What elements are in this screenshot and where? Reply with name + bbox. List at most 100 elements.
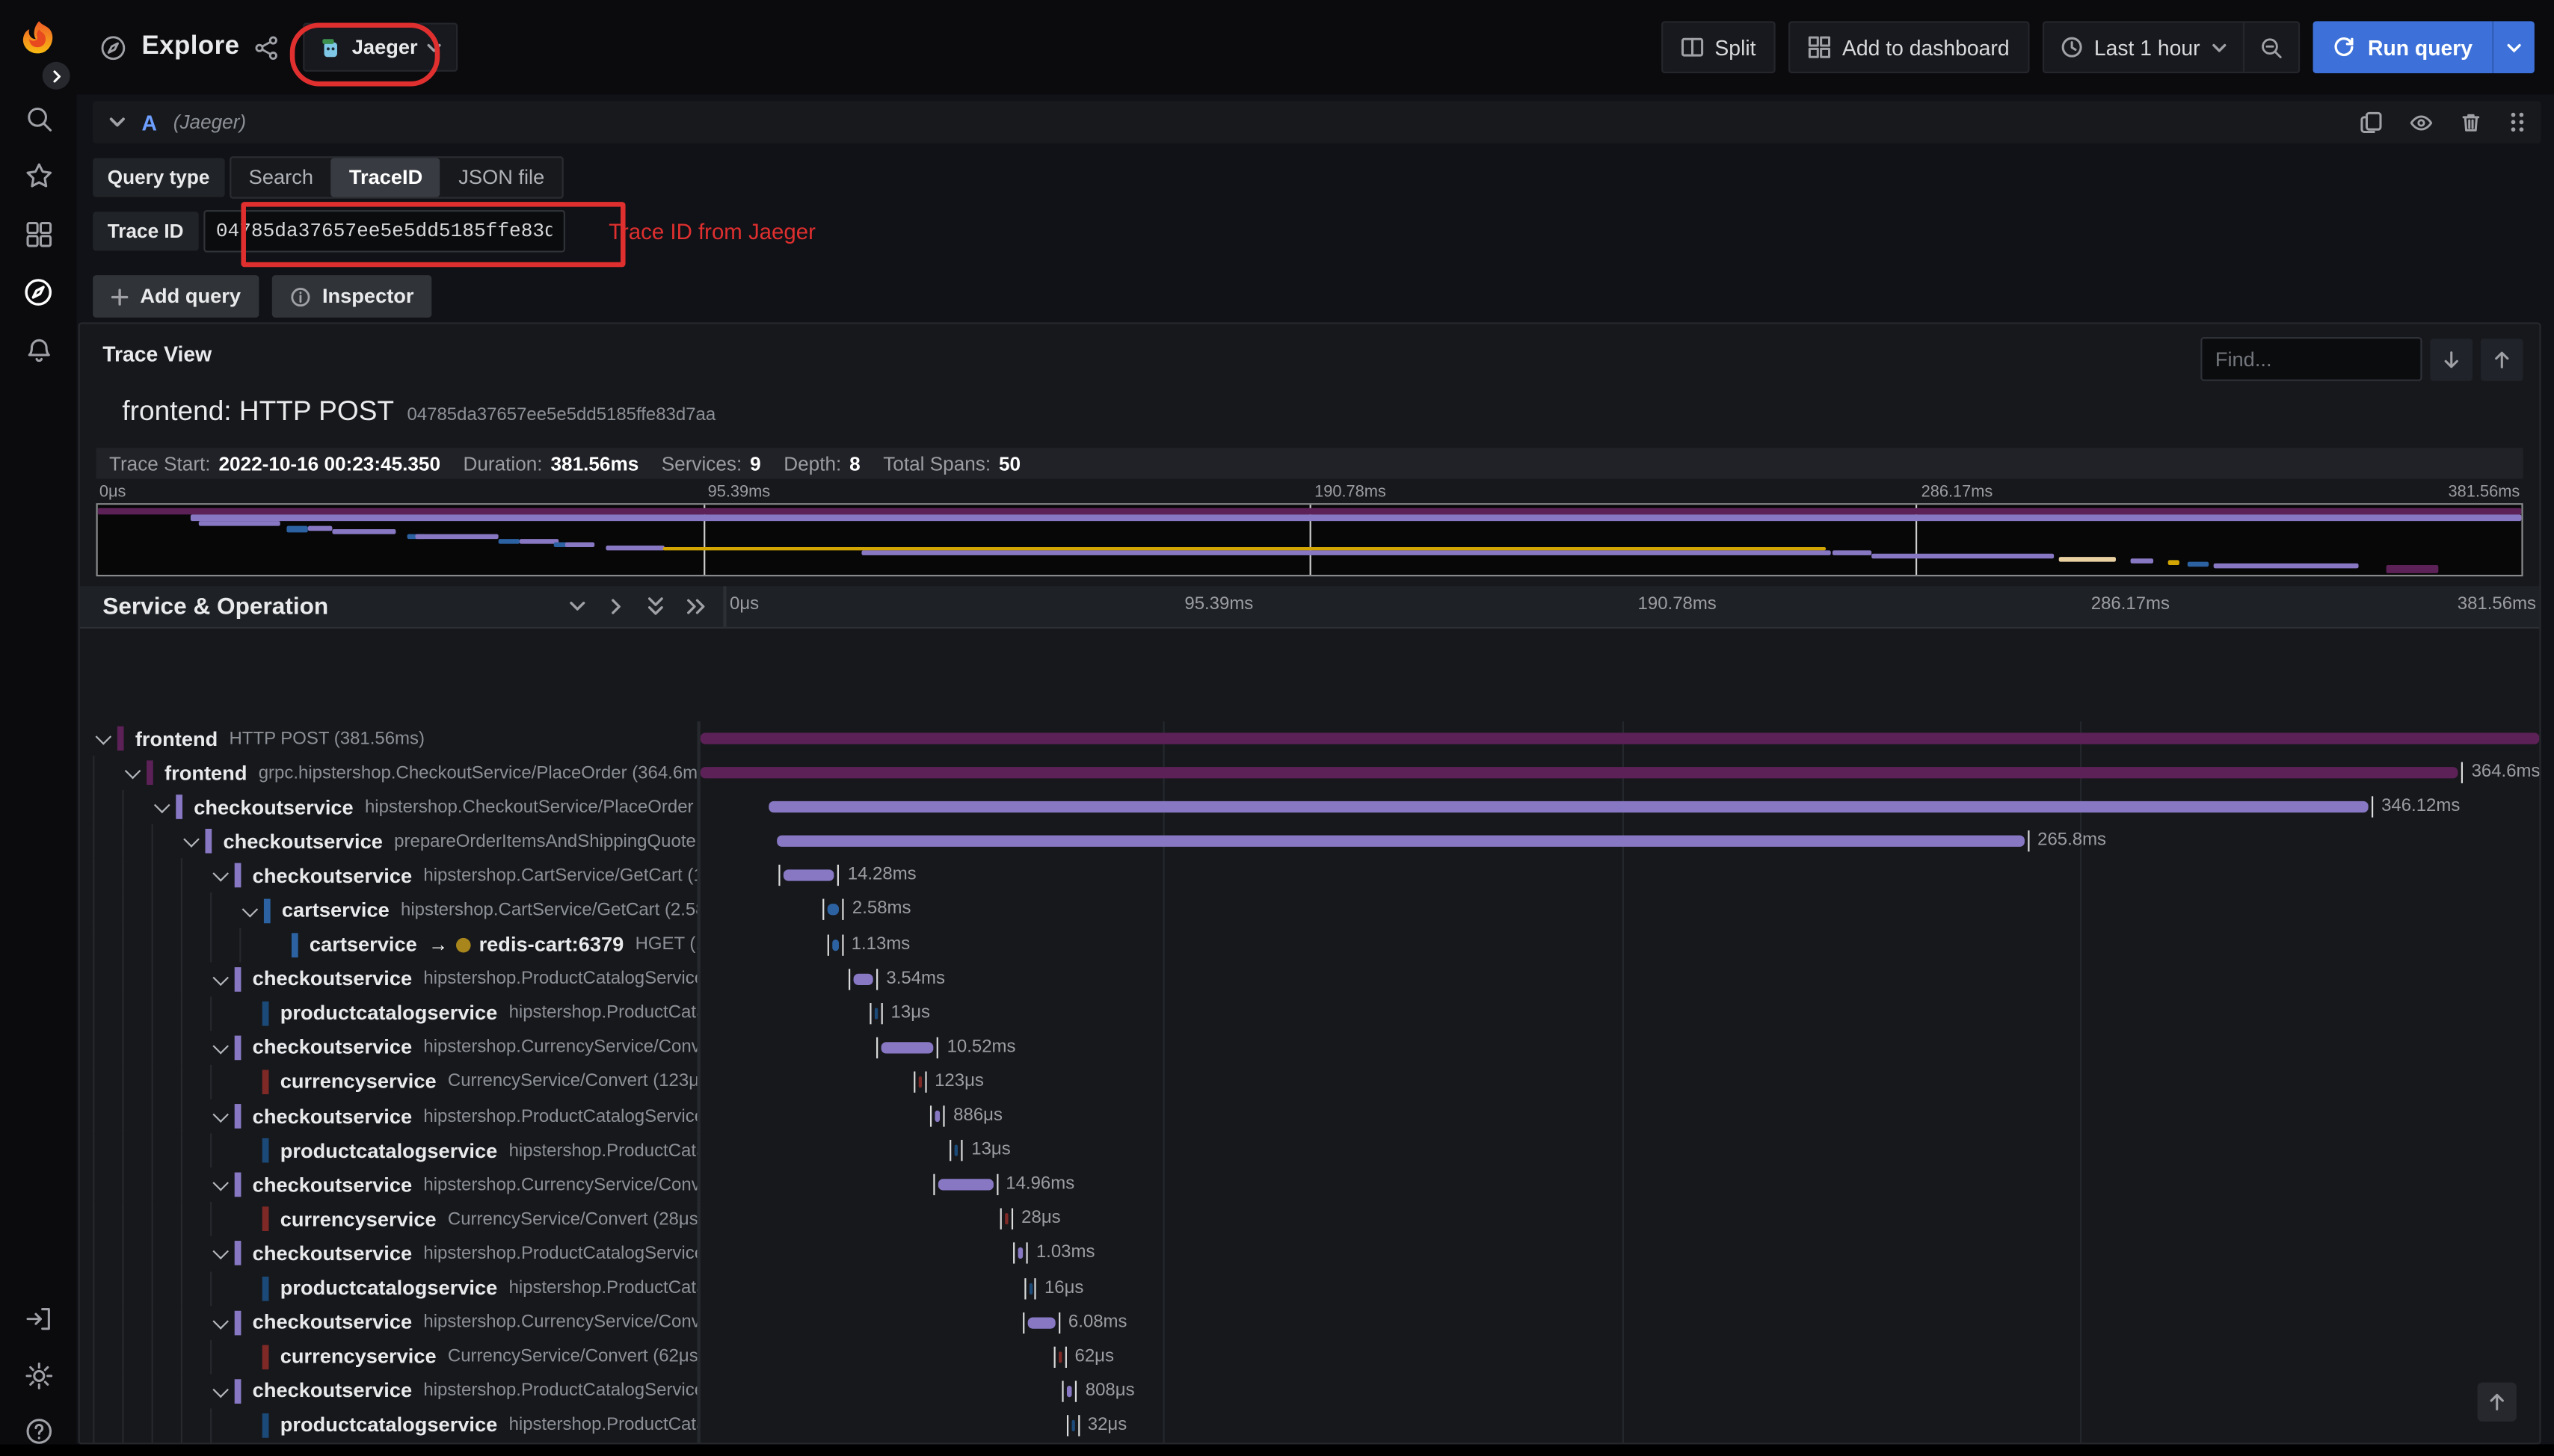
share-icon[interactable] [254, 35, 279, 60]
duration-bar[interactable] [832, 939, 839, 950]
span-name-cell[interactable]: productcatalogservicehipstershop.Product… [80, 1134, 701, 1168]
span-name-cell[interactable]: checkoutservicehipstershop.CurrencyServi… [80, 1168, 701, 1203]
span-row[interactable]: currencyserviceCurrencyService/Convert (… [80, 1202, 2540, 1236]
duration-bar[interactable] [1028, 1317, 1056, 1328]
inspector-button[interactable]: Inspector [271, 275, 431, 318]
expand-chevron-icon[interactable] [242, 901, 259, 917]
duration-bar[interactable] [938, 1179, 993, 1191]
span-name-cell[interactable]: checkoutservicehipstershop.ProductCatalo… [80, 1374, 701, 1408]
span-name-cell[interactable]: cartservicehipstershop.CartService/GetCa… [80, 893, 701, 928]
duration-bar[interactable] [828, 904, 840, 916]
span-bar-cell[interactable]: 1.03ms [701, 1236, 2540, 1271]
collapse-all-icon[interactable] [647, 596, 665, 617]
span-row[interactable]: currencyserviceCurrencyService/Convert (… [80, 1339, 2540, 1374]
duration-bar[interactable] [783, 870, 834, 881]
query-type-search[interactable]: Search [231, 158, 331, 197]
apps-grid-icon[interactable] [0, 210, 76, 259]
span-row[interactable]: checkoutservicehipstershop.ProductCatalo… [80, 1236, 2540, 1271]
span-name-cell[interactable]: checkoutservicehipstershop.CartService/G… [80, 859, 701, 893]
span-bar-cell[interactable]: 123μs [701, 1065, 2540, 1099]
run-query-button[interactable]: Run query [2313, 21, 2492, 73]
span-name-cell[interactable]: checkoutservicehipstershop.ProductCatalo… [80, 1236, 701, 1271]
find-next-button[interactable] [2430, 338, 2473, 380]
span-bar-cell[interactable]: 6.08ms [701, 1305, 2540, 1339]
span-row[interactable]: cartservice→redis-cart:6379HGET (1.13ms)… [80, 928, 2540, 962]
span-row[interactable]: checkoutservicehipstershop.CheckoutServi… [80, 790, 2540, 824]
expand-all-icon[interactable] [686, 598, 707, 616]
expand-chevron-icon[interactable] [212, 1381, 229, 1398]
span-bar-cell[interactable]: 32μs [701, 1408, 2540, 1443]
span-name-cell[interactable]: productcatalogservicehipstershop.Product… [80, 1408, 701, 1443]
expand-chevron-icon[interactable] [212, 1312, 229, 1329]
alerting-bell-icon[interactable] [0, 326, 76, 374]
span-name-cell[interactable]: checkoutservicehipstershop.ProductCatalo… [80, 1099, 701, 1134]
grafana-logo[interactable] [0, 15, 76, 64]
span-row[interactable]: productcatalogservicehipstershop.Product… [80, 1271, 2540, 1305]
duration-bar[interactable] [778, 836, 2025, 847]
duration-bar[interactable] [1006, 1214, 1009, 1225]
span-name-cell[interactable]: productcatalogservicehipstershop.Product… [80, 996, 701, 1031]
span-name-cell[interactable]: currencyserviceCurrencyService/Convert (… [80, 1202, 701, 1236]
span-row[interactable]: checkoutservicehipstershop.CartService/G… [80, 859, 2540, 893]
span-row[interactable]: cartservicehipstershop.CartService/GetCa… [80, 893, 2540, 928]
span-row[interactable]: productcatalogservicehipstershop.Product… [80, 996, 2540, 1031]
span-bar-cell[interactable]: 1.13ms [701, 928, 2540, 962]
span-row[interactable]: productcatalogservicehipstershop.Product… [80, 1134, 2540, 1168]
duration-bar[interactable] [853, 973, 873, 984]
span-bar-cell[interactable]: 16μs [701, 1271, 2540, 1305]
settings-gear-icon[interactable] [0, 1351, 76, 1400]
duration-bar[interactable] [955, 1145, 958, 1156]
duration-bar[interactable] [701, 767, 2458, 778]
span-row[interactable]: frontendgrpc.hipstershop.CheckoutService… [80, 756, 2540, 790]
span-name-cell[interactable]: checkoutservicehipstershop.CheckoutServi… [80, 790, 701, 824]
span-bar-cell[interactable]: 265.8ms [701, 824, 2540, 859]
span-bar-cell[interactable]: 346.12ms [701, 790, 2540, 824]
duration-bar[interactable] [769, 801, 2369, 812]
span-name-cell[interactable]: checkoutservicehipstershop.ProductCatalo… [80, 962, 701, 996]
span-bar-cell[interactable]: 886μs [701, 1099, 2540, 1134]
span-bar-cell[interactable]: 364.6ms [701, 756, 2540, 790]
disable-query-eye-icon[interactable] [2409, 110, 2434, 135]
expand-chevron-icon[interactable] [183, 832, 200, 848]
expand-chevron-icon[interactable] [212, 1107, 229, 1123]
duration-bar[interactable] [1059, 1351, 1062, 1363]
span-name-cell[interactable]: currencyserviceCurrencyService/Convert (… [80, 1065, 701, 1099]
span-name-cell[interactable]: frontendHTTP POST (381.56ms) [80, 721, 701, 756]
span-name-cell[interactable]: checkoutserviceprepareOrderItemsAndShipp… [80, 824, 701, 859]
span-bar-cell[interactable]: 14.28ms [701, 859, 2540, 893]
span-bar-cell[interactable]: 808μs [701, 1374, 2540, 1408]
span-row[interactable]: checkoutservicehipstershop.ProductCatalo… [80, 1099, 2540, 1134]
duration-bar[interactable] [935, 1111, 940, 1122]
scroll-to-top-button[interactable] [2478, 1383, 2517, 1422]
expand-chevron-icon[interactable] [125, 763, 141, 780]
collapse-chevron-icon[interactable] [109, 114, 126, 130]
trace-id-input[interactable] [203, 210, 565, 253]
span-row[interactable]: productcatalogservicehipstershop.Product… [80, 1408, 2540, 1443]
duration-bar[interactable] [874, 1008, 878, 1019]
star-icon[interactable] [0, 152, 76, 200]
sign-in-icon[interactable] [0, 1295, 76, 1343]
explore-compass-icon[interactable] [0, 267, 76, 315]
query-ref-row[interactable]: A (Jaeger) [93, 101, 2541, 144]
find-prev-button[interactable] [2481, 338, 2523, 380]
span-row[interactable]: checkoutserviceprepareOrderItemsAndShipp… [80, 824, 2540, 859]
datasource-picker[interactable]: Jaeger [303, 22, 458, 71]
span-bar-cell[interactable]: 3.54ms [701, 962, 2540, 996]
span-row[interactable]: checkoutservicehipstershop.CurrencyServi… [80, 1031, 2540, 1065]
expand-chevron-icon[interactable] [212, 1176, 229, 1192]
span-row[interactable]: checkoutservicehipstershop.ProductCatalo… [80, 962, 2540, 996]
duplicate-query-icon[interactable] [2360, 111, 2384, 133]
search-icon[interactable] [0, 94, 76, 143]
expand-chevron-icon[interactable] [212, 1244, 229, 1260]
span-name-cell[interactable]: frontendgrpc.hipstershop.CheckoutService… [80, 756, 701, 790]
span-row[interactable]: frontendHTTP POST (381.56ms) [80, 721, 2540, 756]
span-bar-cell[interactable]: 62μs [701, 1339, 2540, 1374]
query-type-traceid[interactable]: TraceID [331, 158, 440, 197]
span-bar-cell[interactable]: 13μs [701, 996, 2540, 1031]
span-row[interactable]: currencyserviceCurrencyService/Convert (… [80, 1065, 2540, 1099]
duration-bar[interactable] [918, 1076, 921, 1088]
add-to-dashboard-button[interactable]: Add to dashboard [1788, 21, 2029, 73]
expand-chevron-icon[interactable] [154, 798, 170, 814]
minimap-canvas[interactable] [96, 503, 2523, 576]
sidebar-expand-button[interactable] [43, 62, 70, 90]
